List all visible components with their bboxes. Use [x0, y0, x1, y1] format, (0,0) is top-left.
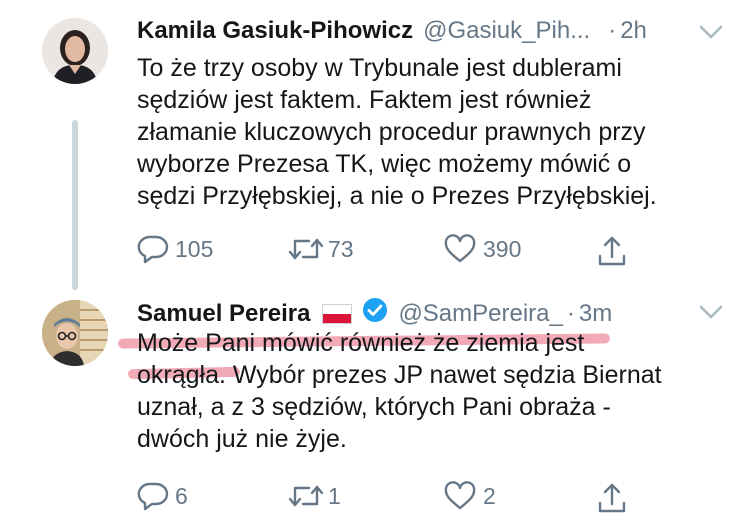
tweet-line: sędziów jest faktem. Faktem jest również [137, 86, 592, 114]
tweet-line: Może Pani mówić również że ziemia jest [137, 329, 585, 357]
tweet-line: sędzi Przyłębskiej, a nie o Prezes Przył… [137, 182, 657, 210]
heart-icon [443, 234, 477, 264]
reply-button[interactable]: 6 [137, 481, 188, 511]
tweet-header: Kamila Gasiuk-Pihowicz @Gasiuk_Pih... · … [137, 17, 647, 45]
reply-count: 105 [175, 235, 214, 262]
action-bar: 105 73 390 [137, 234, 697, 270]
separator-dot: · [566, 299, 575, 327]
verified-badge-icon [362, 297, 388, 330]
like-count: 390 [483, 235, 522, 262]
heart-icon [443, 481, 477, 511]
author-avatar[interactable] [42, 18, 108, 84]
like-count: 2 [483, 482, 496, 509]
author-name[interactable]: Samuel Pereira [137, 300, 310, 328]
thread-line [72, 120, 78, 290]
share-button[interactable] [595, 481, 629, 515]
retweet-icon [287, 481, 325, 511]
separator-dot: · [608, 17, 617, 44]
retweet-count: 73 [328, 235, 354, 262]
tweet-line: uznał, a z 3 sędziów, których Pani obraż… [137, 393, 611, 421]
tweet-line: złamanie kluczowych procedur prawnych pr… [137, 118, 646, 146]
share-icon [595, 481, 629, 515]
tweet-text: To że trzy osoby w Trybunale jest dubler… [137, 52, 727, 212]
share-button[interactable] [595, 234, 629, 268]
tweet-2[interactable]: Samuel Pereira @SamPereira_ · 3m Może Pa… [0, 290, 750, 524]
tweet-line: wyborze Prezesa TK, więc możemy mówić o [137, 150, 632, 178]
like-button[interactable]: 390 [443, 234, 521, 264]
author-handle[interactable]: @SamPereira_ [398, 300, 562, 328]
author-name[interactable]: Kamila Gasiuk-Pihowicz [137, 17, 413, 45]
like-button[interactable]: 2 [443, 481, 496, 511]
action-bar: 6 1 2 [137, 481, 697, 517]
timestamp[interactable]: 2h [620, 17, 647, 45]
reply-icon [137, 481, 169, 511]
tweet-header: Samuel Pereira @SamPereira_ · 3m [137, 297, 612, 330]
author-handle[interactable]: @Gasiuk_Pih... [423, 17, 590, 45]
retweet-button[interactable]: 73 [287, 234, 354, 264]
share-icon [595, 234, 629, 268]
retweet-count: 1 [328, 482, 341, 509]
retweet-button[interactable]: 1 [287, 481, 341, 511]
chevron-down-icon[interactable] [698, 304, 724, 320]
reply-button[interactable]: 105 [137, 234, 213, 264]
tweet-line: dwóch już nie żyje. [137, 425, 347, 453]
tweet-text: Może Pani mówić również że ziemia jest o… [137, 327, 727, 455]
author-avatar[interactable] [42, 300, 108, 366]
tweet-1[interactable]: Kamila Gasiuk-Pihowicz @Gasiuk_Pih... · … [0, 0, 750, 290]
tweet-line: To że trzy osoby w Trybunale jest dubler… [137, 54, 622, 82]
tweet-line: okrągła. Wybór prezes JP nawet sędzia Bi… [137, 361, 662, 389]
retweet-icon [287, 234, 325, 264]
reply-icon [137, 234, 169, 264]
timestamp[interactable]: 3m [579, 300, 612, 328]
poland-flag-icon [322, 303, 353, 324]
reply-count: 6 [175, 482, 188, 509]
chevron-down-icon[interactable] [698, 24, 724, 40]
